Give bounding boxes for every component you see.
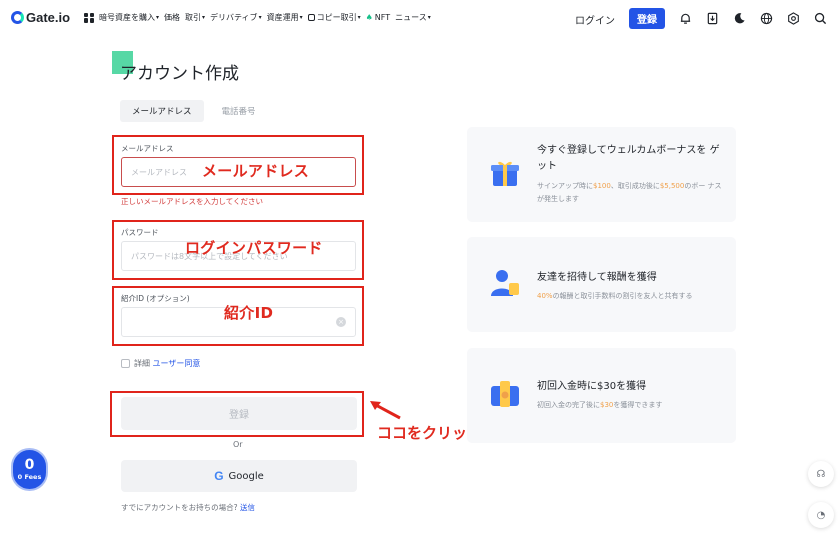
gateio-logo-icon bbox=[11, 11, 24, 24]
nav-buy-crypto[interactable]: 暗号資産を購入 ▾ bbox=[99, 12, 159, 23]
gift-icon bbox=[491, 161, 519, 186]
tab-phone[interactable]: 電話番号 bbox=[210, 100, 268, 122]
copy-trade-icon bbox=[307, 14, 315, 21]
gateio-logo[interactable]: Gate.io bbox=[11, 10, 70, 25]
signup-method-tabs: メールアドレス 電話番号 bbox=[120, 100, 268, 122]
bonus-card-referral: 友達を招待して報酬を獲得 40%の報酬と取引手数料の割引を友人と共有する bbox=[467, 237, 736, 332]
nav-nft[interactable]: ♠ NFT bbox=[366, 13, 391, 22]
card-title: 初回入金時に$30を獲得 bbox=[537, 381, 647, 392]
chat-bubble-icon[interactable]: ◔ bbox=[808, 502, 834, 528]
nav-derivatives[interactable]: デリバティブ ▾ bbox=[210, 12, 262, 23]
tab-email[interactable]: メールアドレス bbox=[120, 100, 204, 122]
nav-copy-trading[interactable]: コピー取引 ▾ bbox=[307, 12, 361, 23]
page-title: アカウント作成 bbox=[120, 64, 239, 84]
bonus-card-deposit: 初回入金時に$30を獲得 初回入金の完了後に$30を獲得できます bbox=[467, 348, 736, 443]
settings-hex-icon[interactable] bbox=[786, 11, 800, 25]
card-desc: 40%の報酬と取引手数料の割引を友人と共有する bbox=[537, 292, 693, 300]
zero-fees-badge[interactable]: 0 0 Fees bbox=[11, 448, 48, 491]
download-icon[interactable] bbox=[705, 11, 719, 25]
globe-icon[interactable] bbox=[759, 11, 773, 25]
annotation-label-email: メールアドレス bbox=[202, 162, 310, 180]
bonus-card-welcome: 今すぐ登録してウェルカムボーナスを ゲット サインアップ時に$100、取引成功後… bbox=[467, 127, 736, 222]
card-desc: サインアップ時に$100、取引成功後に$5,500のボー ナスが発生します bbox=[537, 182, 722, 203]
login-submit-link[interactable]: 送信 bbox=[240, 503, 255, 512]
card-desc: 初回入金の完了後に$30を獲得できます bbox=[537, 401, 663, 409]
google-label: Google bbox=[228, 470, 264, 482]
logo-text: Gate.io bbox=[26, 10, 71, 25]
agree-checkbox[interactable] bbox=[121, 359, 130, 368]
nav-price[interactable]: 価格 bbox=[164, 12, 180, 23]
register-submit-button[interactable]: 登録 bbox=[121, 397, 357, 430]
google-icon: G bbox=[214, 469, 224, 483]
top-nav-bar: Gate.io 暗号資産を購入 ▾ 価格 取引 ▾ デリバティブ ▾ 資産運用 ▾ コピ… bbox=[0, 0, 840, 38]
header-register-button[interactable]: 登録 bbox=[629, 8, 665, 29]
google-signin-button[interactable]: G Google bbox=[121, 460, 357, 492]
wallet-icon bbox=[491, 381, 519, 407]
nav-trade[interactable]: 取引 ▾ bbox=[185, 12, 205, 23]
annotation-arrow-icon bbox=[370, 401, 401, 420]
nav-news[interactable]: ニュース ▾ bbox=[395, 12, 431, 23]
main-nav: 暗号資産を購入 ▾ 価格 取引 ▾ デリバティブ ▾ 資産運用 ▾ コピー取引 ▾ ♠ NF… bbox=[84, 12, 431, 23]
bell-icon[interactable] bbox=[678, 11, 692, 25]
theme-icon[interactable] bbox=[732, 11, 746, 25]
support-headset-icon[interactable]: ☊ bbox=[808, 461, 834, 487]
nft-icon: ♠ bbox=[365, 13, 373, 22]
annotation-label-password: ログインパスワード bbox=[185, 239, 323, 257]
or-divider: Or bbox=[233, 440, 243, 449]
agree-text: 詳細 ユーザー同意 bbox=[134, 359, 201, 368]
referral-user-icon bbox=[491, 270, 519, 296]
annotation-label-referral: 紹介ID bbox=[224, 304, 274, 322]
user-agreement-link[interactable]: ユーザー同意 bbox=[153, 359, 201, 368]
search-icon[interactable] bbox=[813, 11, 827, 25]
nav-earn[interactable]: 資産運用 ▾ bbox=[267, 12, 303, 23]
login-link[interactable]: ログイン bbox=[575, 12, 615, 27]
already-have-account: すでにアカウントをお持ちの場合? 送信 bbox=[121, 503, 255, 512]
card-title: 今すぐ登録してウェルカムボーナスを ゲット bbox=[537, 145, 720, 172]
apps-grid-icon[interactable] bbox=[84, 12, 94, 23]
card-title: 友達を招待して報酬を獲得 bbox=[537, 272, 657, 283]
email-error-message: 正しいメールアドレスを入力してください bbox=[121, 197, 264, 206]
